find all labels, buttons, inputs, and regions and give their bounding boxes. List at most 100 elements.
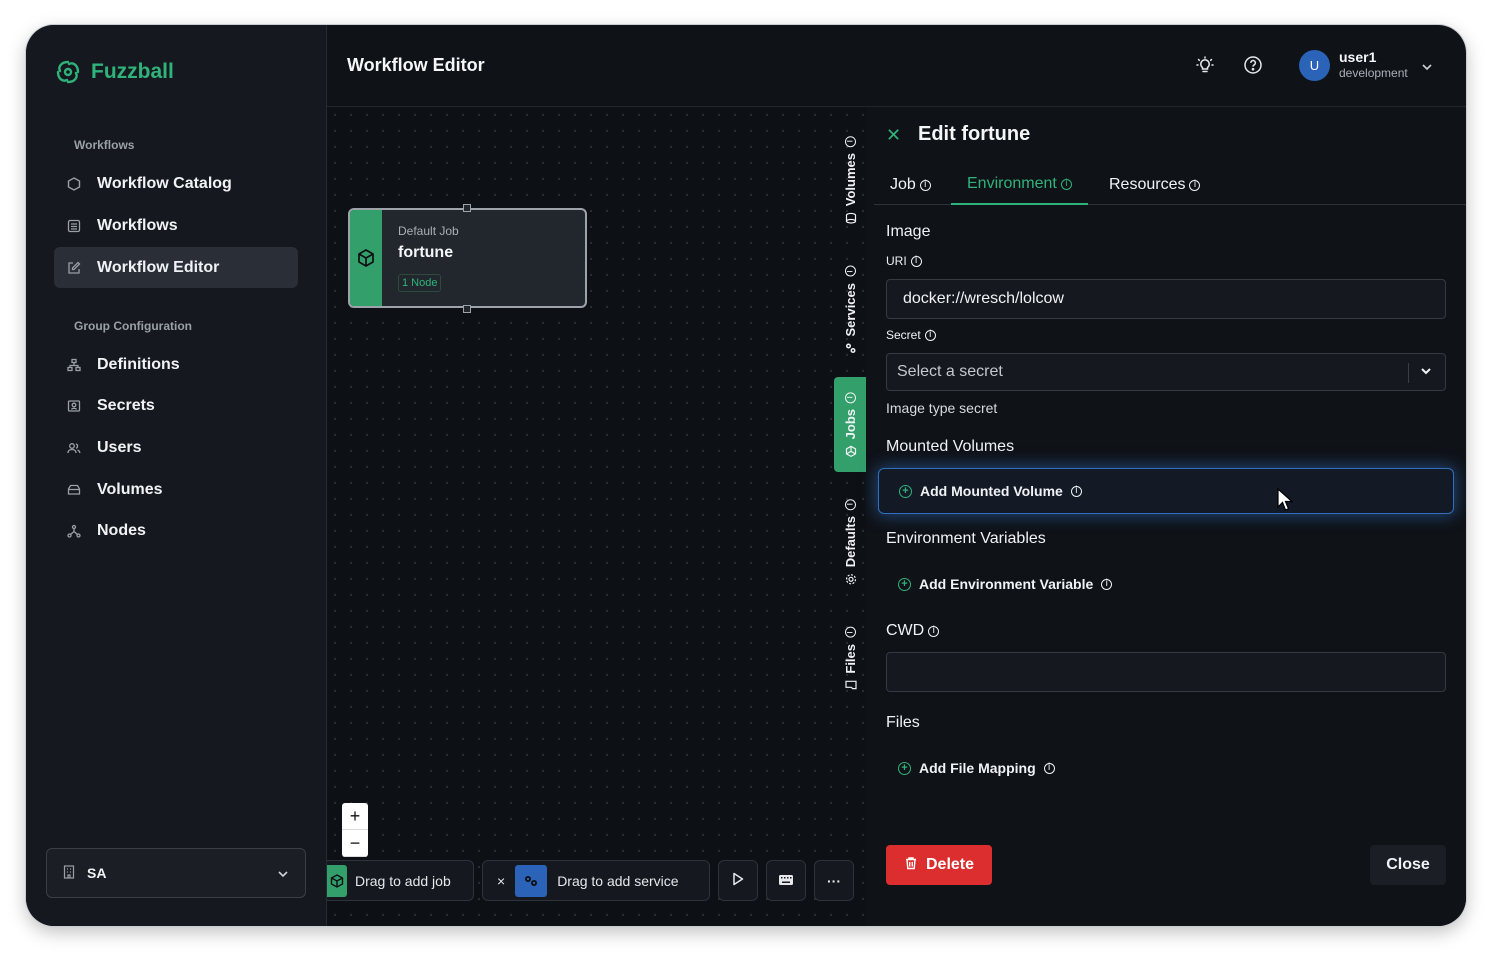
side-tabs: Volumes i Services i Jobs i Defaults i Files… [834, 107, 866, 926]
org-selector[interactable]: SA [46, 848, 306, 898]
tab-defaults[interactable]: Defaults i [834, 492, 866, 592]
sidebar-item-workflow-catalog[interactable]: Workflow Catalog [54, 163, 298, 204]
sidebar: Fuzzball Workflows Workflow Catalog Work… [26, 25, 327, 926]
info-icon: i [1070, 485, 1082, 497]
app-name: Fuzzball [91, 60, 174, 83]
uri-input[interactable]: docker://wresch/lolcow [886, 279, 1446, 319]
panel-title: Edit fortune [918, 123, 1031, 145]
files-heading: Files [886, 714, 920, 731]
list-icon [67, 219, 81, 233]
tab-services[interactable]: Services i [834, 257, 866, 363]
volume-icon [843, 212, 858, 224]
play-icon [732, 872, 744, 889]
delete-label: Delete [925, 856, 975, 873]
user-name[interactable]: user1 [1339, 49, 1376, 65]
node-count-badge: 1 Node [398, 274, 442, 292]
info-icon: i [928, 625, 940, 637]
info-icon: i [1189, 179, 1201, 191]
theme-toggle-icon[interactable] [1195, 55, 1215, 75]
volume-icon [67, 483, 81, 497]
add-job-label: Drag to add job [355, 872, 451, 889]
job-node[interactable]: Default Job fortune 1 Node [348, 208, 587, 308]
plus-circle-icon: + [898, 577, 911, 591]
cwd-input[interactable] [886, 652, 1446, 692]
tab-label: Job [890, 176, 916, 193]
plus-circle-icon: + [899, 484, 912, 498]
edit-icon [67, 261, 81, 275]
sidebar-item-nodes[interactable]: Nodes [54, 510, 298, 551]
cube-icon [843, 445, 858, 457]
add-service-label: Drag to add service [557, 872, 679, 889]
trash-icon [904, 856, 918, 875]
tab-job[interactable]: Job i [874, 165, 947, 205]
chevron-down-icon[interactable] [1421, 58, 1433, 76]
tab-label: Jobs [842, 408, 858, 440]
secret-select[interactable]: Select a secret [886, 353, 1446, 391]
tab-volumes[interactable]: Volumes i [834, 127, 866, 233]
more-options-button[interactable]: ··· [814, 860, 854, 901]
sidebar-item-workflow-editor[interactable]: Workflow Editor [54, 247, 298, 288]
drag-add-service-button[interactable]: × Drag to add service [482, 860, 710, 901]
sidebar-item-users[interactable]: Users [54, 427, 298, 468]
close-button[interactable]: Close [1370, 845, 1446, 885]
fuzzball-logo-icon [56, 60, 80, 84]
add-file-mapping-button[interactable]: + Add File Mapping i [878, 745, 1454, 791]
uri-label: URI i [886, 254, 922, 268]
sidebar-item-secrets[interactable]: Secrets [54, 385, 298, 426]
tab-label: Files [842, 644, 858, 674]
sidebar-item-workflows[interactable]: Workflows [54, 205, 298, 246]
tab-files[interactable]: Files i [834, 617, 866, 702]
zoom-controls: + − [342, 803, 368, 857]
add-mounted-volume-label: Add Mounted Volume [920, 483, 1063, 499]
mouse-cursor-icon [1277, 487, 1295, 517]
gears-icon [843, 342, 858, 354]
page-title: Workflow Editor [347, 55, 485, 75]
plus-circle-icon: + [898, 761, 911, 775]
info-icon: i [919, 179, 931, 191]
close-icon[interactable]: ✕ [886, 125, 901, 146]
tab-resources[interactable]: Resources i [1093, 165, 1216, 205]
avatar[interactable]: U [1299, 50, 1330, 81]
info-icon: i [844, 391, 856, 403]
workflow-canvas[interactable]: Default Job fortune 1 Node [327, 107, 866, 926]
app-logo[interactable]: Fuzzball [53, 57, 174, 87]
node-handle-bottom[interactable] [463, 305, 471, 313]
sidebar-item-label: Definitions [97, 355, 180, 373]
tab-jobs[interactable]: Jobs i [834, 377, 866, 472]
secret-placeholder: Select a secret [897, 363, 1003, 380]
zoom-in-button[interactable]: + [342, 803, 368, 830]
info-icon: i [844, 627, 856, 639]
chevron-down-icon [277, 865, 289, 881]
delete-button[interactable]: Delete [886, 845, 992, 885]
info-icon: i [844, 498, 856, 510]
sidebar-item-label: Secrets [97, 396, 155, 414]
node-handle-top[interactable] [463, 204, 471, 212]
sidebar-item-label: Nodes [97, 521, 146, 539]
info-icon: i [924, 329, 936, 341]
tab-label: Services [842, 282, 858, 337]
app-window: Fuzzball Workflows Workflow Catalog Work… [26, 25, 1466, 926]
add-file-mapping-label: Add File Mapping [919, 760, 1036, 776]
add-mounted-volume-button[interactable]: + Add Mounted Volume i [878, 468, 1454, 514]
keyboard-shortcuts-button[interactable] [766, 860, 806, 901]
zoom-out-button[interactable]: − [342, 830, 368, 857]
drag-add-job-button[interactable]: Drag to add job [327, 860, 474, 901]
help-icon[interactable] [1243, 55, 1263, 75]
cwd-label: CWD i [886, 622, 940, 640]
sidebar-item-volumes[interactable]: Volumes [54, 469, 298, 510]
sidebar-item-label: Workflow Catalog [97, 174, 232, 192]
sidebar-item-label: Volumes [97, 480, 163, 498]
sidebar-item-definitions[interactable]: Definitions [54, 344, 298, 385]
secret-label: Secret i [886, 328, 936, 342]
add-env-var-button[interactable]: + Add Environment Variable i [878, 561, 1454, 607]
run-button[interactable] [718, 860, 758, 901]
cube-icon [350, 210, 382, 306]
gear-icon [843, 573, 858, 585]
section-title-group-configuration: Group Configuration [74, 319, 192, 333]
org-label: SA [87, 865, 107, 881]
section-title-workflows: Workflows [74, 138, 135, 152]
folder-icon [843, 680, 858, 692]
tab-environment[interactable]: Environment i [951, 165, 1088, 205]
close-icon[interactable]: × [497, 873, 505, 889]
keyboard-icon [778, 873, 794, 889]
